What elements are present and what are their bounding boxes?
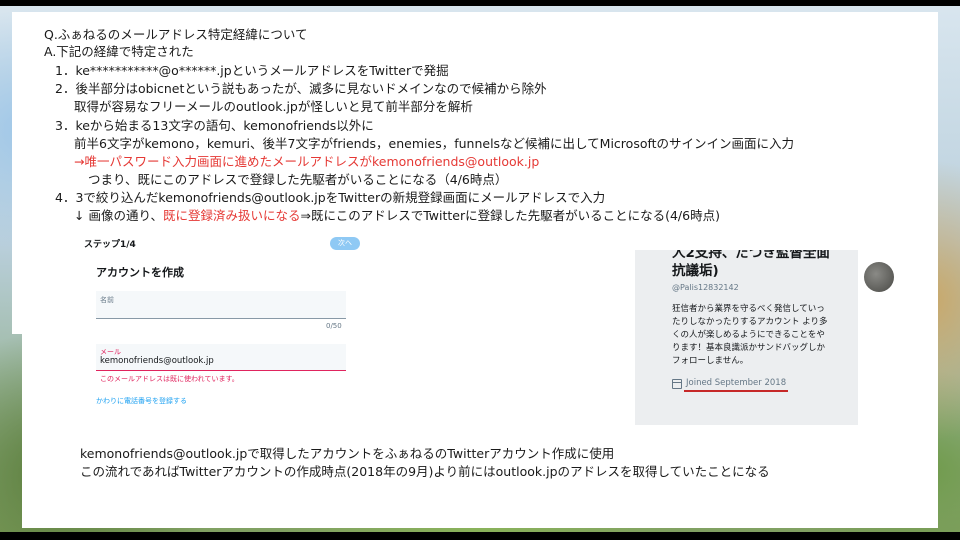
- bottom-letterbox: [0, 532, 960, 540]
- step-3-conclusion: つまり、既にこのアドレスで登録した先駆者がいることになる（4/6時点）: [88, 172, 508, 187]
- name-field-label: 名前: [100, 296, 114, 304]
- step-4-arrow-text: ↓ 画像の通り、: [74, 208, 163, 223]
- next-button[interactable]: 次へ: [330, 237, 360, 250]
- step-1: 1．ke***********@o******.jpというメールアドレスをTwi…: [55, 63, 449, 78]
- profile-bio-line: くの人が楽しめるようにできることをや: [672, 330, 825, 340]
- profile-joined-date: Joined September 2018: [686, 378, 787, 388]
- profile-bio-line: 狂信者から業界を守るべく発信していっ: [672, 304, 825, 314]
- joined-highlight-underline: [684, 390, 788, 392]
- email-field[interactable]: メール kemonofriends@outlook.jp: [96, 344, 346, 371]
- step-4: 4．3で絞り込んだkemonofriends@outlook.jpをTwitte…: [55, 190, 606, 205]
- name-field[interactable]: 名前: [96, 291, 346, 319]
- step-3: 3．keから始まる13文字の語句、kemonofriends以外に: [55, 118, 374, 133]
- step-4-detail: ↓ 画像の通り、既に登録済み扱いになる⇒既にこのアドレスでTwitterに登録し…: [74, 208, 720, 224]
- calendar-icon: [672, 379, 682, 389]
- profile-bio-line: フォローしません。: [672, 356, 749, 366]
- footer-line-1: kemonofriends@outlook.jpで取得したアカウントをふぁねるの…: [80, 446, 615, 461]
- signup-form-screenshot: ステップ1/4 次へ アカウントを作成 名前 0/50 メール kemonofr…: [80, 233, 370, 413]
- email-field-value: kemonofriends@outlook.jp: [100, 356, 214, 366]
- email-error-message: このメールアドレスは既に使われています。: [100, 375, 239, 383]
- step-4-conclusion: ⇒既にこのアドレスでTwitterに登録した先駆者がいることになる(4/6時点): [300, 208, 720, 223]
- name-char-count: 0/50: [326, 322, 342, 330]
- profile-name-line-1: 人2支持、だつき監督全面: [672, 250, 830, 261]
- twitter-profile-screenshot: 人2支持、だつき監督全面 抗議垢) @Palis12832142 狂信者から業界…: [635, 250, 858, 425]
- step-3-result: →唯一パスワード入力画面に進めたメールアドレスがkemonofriends@ou…: [74, 154, 540, 169]
- step-3-detail: 前半6文字がkemono，kemuri、後半7文字がfriends，enemie…: [74, 136, 795, 151]
- use-phone-link[interactable]: かわりに電話番号を登録する: [96, 396, 187, 406]
- profile-bio-line: ります！基本良識派かサンドバッグしか: [672, 343, 826, 353]
- profile-handle: @Palis12832142: [672, 283, 739, 292]
- profile-name-line-2: 抗議垢): [672, 263, 719, 279]
- step-2: 2．後半部分はobicnetという説もあったが、滅多に見ないドメインなので候補か…: [55, 81, 547, 96]
- signup-step: ステップ1/4: [84, 240, 136, 250]
- profile-bio-line: たりしなかったりするアカウント より多: [672, 317, 828, 327]
- step-2-detail: 取得が容易なフリーメールのoutlook.jpが怪しいと見て前半部分を解析: [74, 99, 473, 114]
- step-4-highlight: 既に登録済み扱いになる: [162, 208, 301, 223]
- footer-line-2: この流れであればTwitterアカウントの作成時点(2018年の9月)より前には…: [80, 464, 770, 479]
- avatar: [864, 262, 894, 292]
- question-heading: Q.ふぁねるのメールアドレス特定経緯について: [44, 27, 308, 42]
- document-sheet-extension: [12, 12, 36, 334]
- answer-heading: A.下記の経緯で特定された: [44, 44, 194, 59]
- signup-title: アカウントを作成: [96, 266, 184, 279]
- top-letterbox: [0, 0, 960, 6]
